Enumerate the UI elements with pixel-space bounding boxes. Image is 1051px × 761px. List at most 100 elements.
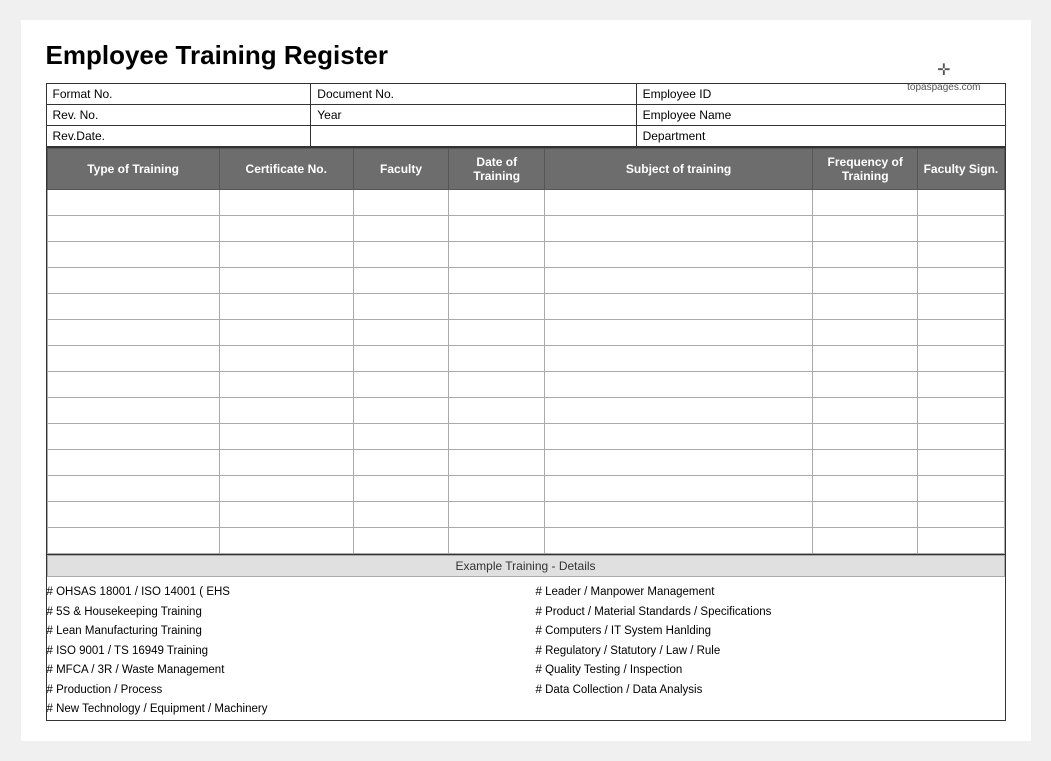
col-faculty: Faculty	[353, 149, 449, 190]
table-cell	[813, 268, 918, 294]
table-cell	[813, 450, 918, 476]
col-certificate-no: Certificate No.	[219, 149, 353, 190]
table-cell	[449, 424, 545, 450]
table-row	[47, 528, 1004, 554]
table-cell	[545, 242, 813, 268]
format-no-label: Format No.	[46, 84, 311, 105]
table-cell	[47, 242, 219, 268]
table-cell	[918, 346, 1004, 372]
table-row	[47, 450, 1004, 476]
table-cell	[545, 190, 813, 216]
table-cell	[545, 424, 813, 450]
table-row	[47, 372, 1004, 398]
table-cell	[449, 268, 545, 294]
table-cell	[918, 216, 1004, 242]
table-row	[47, 190, 1004, 216]
table-cell	[219, 424, 353, 450]
table-row	[47, 216, 1004, 242]
table-cell	[918, 242, 1004, 268]
table-cell	[353, 424, 449, 450]
table-cell	[219, 242, 353, 268]
rev-no-label: Rev. No.	[46, 105, 311, 126]
table-cell	[813, 190, 918, 216]
example-left-item: # Production / Process	[47, 681, 516, 701]
example-left-item: # OHSAS 18001 / ISO 14001 ( EHS	[47, 583, 516, 603]
logo: ✛ topaspages.com	[907, 60, 980, 93]
table-cell	[219, 450, 353, 476]
table-cell	[813, 528, 918, 554]
table-cell	[449, 242, 545, 268]
col-subject-of-training: Subject of training	[545, 149, 813, 190]
table-cell	[449, 346, 545, 372]
table-cell	[545, 320, 813, 346]
table-cell	[47, 294, 219, 320]
table-cell	[545, 372, 813, 398]
example-right-item: # Leader / Manpower Management	[536, 583, 1005, 603]
table-cell	[813, 216, 918, 242]
table-row	[47, 346, 1004, 372]
info-table: Format No. Document No. Employee ID Rev.…	[46, 83, 1006, 147]
table-cell	[918, 424, 1004, 450]
table-cell	[918, 502, 1004, 528]
example-left-item: # New Technology / Equipment / Machinery	[47, 700, 516, 720]
table-cell	[219, 372, 353, 398]
table-cell	[353, 294, 449, 320]
example-right-item: # Quality Testing / Inspection	[536, 661, 1005, 681]
table-row	[47, 320, 1004, 346]
table-cell	[219, 398, 353, 424]
table-cell	[918, 450, 1004, 476]
table-cell	[813, 476, 918, 502]
table-cell	[353, 398, 449, 424]
table-row	[47, 242, 1004, 268]
example-left-item: # Lean Manufacturing Training	[47, 622, 516, 642]
example-right-item: # Data Collection / Data Analysis	[536, 681, 1005, 701]
table-cell	[47, 216, 219, 242]
table-cell	[449, 294, 545, 320]
table-cell	[449, 320, 545, 346]
table-cell	[219, 528, 353, 554]
example-right-item: # Regulatory / Statutory / Law / Rule	[536, 642, 1005, 662]
table-cell	[918, 268, 1004, 294]
table-cell	[353, 502, 449, 528]
table-cell	[219, 320, 353, 346]
example-right-item: # Product / Material Standards / Specifi…	[536, 603, 1005, 623]
example-right-col: # Leader / Manpower Management# Product …	[536, 583, 1005, 720]
table-cell	[47, 268, 219, 294]
example-section: Example Training - Details # OHSAS 18001…	[46, 555, 1006, 721]
table-cell	[353, 242, 449, 268]
table-cell	[353, 476, 449, 502]
year-label: Year	[311, 105, 636, 126]
rev-date-label: Rev.Date.	[46, 126, 311, 147]
col-faculty-sign: Faculty Sign.	[918, 149, 1004, 190]
logo-text: topaspages.com	[907, 82, 980, 93]
table-cell	[813, 294, 918, 320]
table-cell	[449, 398, 545, 424]
table-cell	[545, 216, 813, 242]
info-row-2: Rev. No. Year Employee Name	[46, 105, 1005, 126]
main-table: Type of Training Certificate No. Faculty…	[47, 148, 1005, 554]
table-cell	[47, 346, 219, 372]
table-cell	[47, 320, 219, 346]
table-cell	[353, 268, 449, 294]
table-cell	[813, 346, 918, 372]
rev-date-empty	[311, 126, 636, 147]
table-header-row: Type of Training Certificate No. Faculty…	[47, 149, 1004, 190]
table-cell	[47, 502, 219, 528]
employee-name-label: Employee Name	[636, 105, 1005, 126]
table-row	[47, 502, 1004, 528]
table-cell	[813, 242, 918, 268]
main-table-wrapper: Type of Training Certificate No. Faculty…	[46, 147, 1006, 555]
table-cell	[813, 398, 918, 424]
table-cell	[545, 346, 813, 372]
table-row	[47, 398, 1004, 424]
document-no-label: Document No.	[311, 84, 636, 105]
example-content: # OHSAS 18001 / ISO 14001 ( EHS# 5S & Ho…	[47, 583, 1005, 720]
table-cell	[545, 294, 813, 320]
table-cell	[47, 190, 219, 216]
table-cell	[918, 190, 1004, 216]
info-row-1: Format No. Document No. Employee ID	[46, 84, 1005, 105]
col-frequency-of-training: Frequency of Training	[813, 149, 918, 190]
table-cell	[545, 398, 813, 424]
table-cell	[918, 372, 1004, 398]
table-cell	[219, 476, 353, 502]
